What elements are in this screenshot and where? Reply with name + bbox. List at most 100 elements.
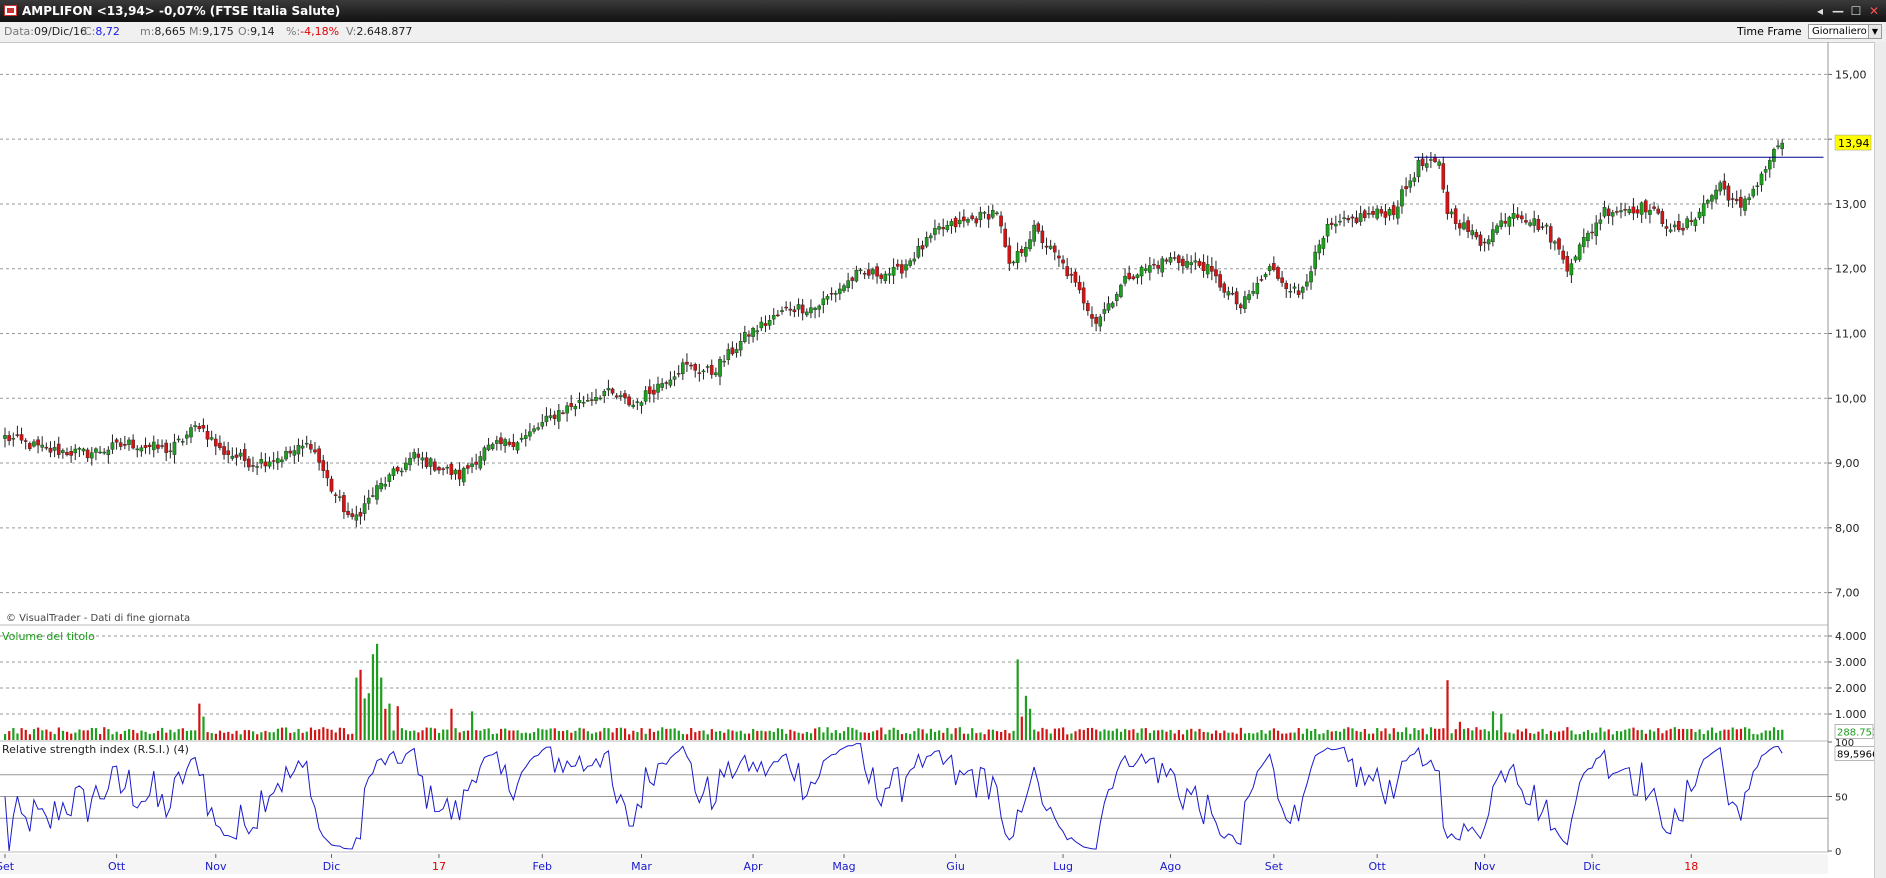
candle-body [437, 467, 441, 471]
volume-bar [334, 732, 337, 740]
volume-bar [880, 727, 883, 740]
candle-body [238, 452, 243, 457]
volume-bar [301, 732, 304, 740]
candle-body [528, 431, 532, 437]
candle-body [300, 445, 305, 449]
candle-body [391, 468, 396, 476]
candle-body [1288, 290, 1293, 293]
volume-bar [1715, 732, 1718, 740]
pin-window-icon[interactable]: ◂ [1812, 0, 1828, 22]
volume-bar [90, 727, 93, 740]
minimize-window-icon[interactable]: — [1830, 0, 1846, 22]
volume-bar [1615, 731, 1619, 740]
volume-bar [351, 733, 354, 740]
volume-bar [1000, 731, 1003, 740]
candle-body [1718, 182, 1722, 192]
candle-body [379, 483, 383, 490]
candle-body [949, 221, 954, 226]
candle-body [780, 310, 784, 312]
candle-body [1705, 199, 1710, 204]
candle-body [197, 426, 202, 429]
candle-body [98, 451, 102, 454]
volume-bar [1347, 727, 1350, 740]
volume-bar [735, 731, 738, 740]
volume-bar [181, 728, 184, 740]
volume-bar [797, 732, 800, 740]
candle-body [821, 298, 826, 306]
candle-body [346, 510, 350, 515]
min-label: m: [140, 25, 155, 38]
chart-canvas[interactable]: 7,008,009,0010,0011,0012,0013,0014,0015,… [0, 42, 1874, 878]
vertical-scrollbar[interactable] [1874, 42, 1886, 878]
candle-body [36, 439, 40, 446]
candle-body [1329, 222, 1334, 226]
volume-bar [82, 730, 85, 740]
candle-body [1491, 229, 1495, 242]
volume-bar [1591, 733, 1594, 740]
candle-body [759, 321, 764, 329]
volume-bar [1657, 728, 1660, 740]
candle-body [284, 450, 288, 460]
volume-bar [359, 669, 362, 740]
volume-bar [1632, 727, 1635, 740]
info-min: m:8,665 [140, 22, 186, 42]
candle-body [1631, 206, 1636, 214]
volume-bar [1739, 728, 1743, 740]
candle-body [788, 308, 793, 311]
volume-bar [632, 730, 635, 740]
candle-body [974, 218, 979, 224]
volume-bar [260, 732, 263, 740]
volume-bar [1673, 727, 1676, 740]
volume-bar [615, 727, 618, 740]
candle-body [102, 451, 106, 454]
volume-bar [152, 733, 155, 740]
candle-body [1185, 261, 1189, 268]
candle-body [598, 397, 602, 400]
candle-body [1057, 255, 1061, 259]
x-axis-label: 17 [432, 860, 446, 873]
candle-body [1127, 272, 1131, 280]
volume-bar [847, 727, 850, 740]
volume-bar [1074, 731, 1077, 740]
volume-bar [1177, 730, 1180, 740]
volume-bar [789, 729, 792, 740]
volume-bar [867, 732, 870, 740]
candle-body [1255, 283, 1260, 295]
candle-body [734, 349, 739, 354]
volume-bar [1603, 731, 1606, 740]
volume-bar [1454, 729, 1457, 740]
maximize-window-icon[interactable]: ☐ [1848, 0, 1864, 22]
candle-body [532, 428, 536, 432]
volume-bar [640, 728, 643, 740]
candle-body [738, 340, 743, 351]
rsi-line [4, 743, 1783, 852]
candle-body [1052, 245, 1057, 253]
chevron-down-icon[interactable]: ▼ [1868, 25, 1881, 38]
candle-body [1280, 277, 1284, 283]
candle-body [1387, 209, 1392, 216]
volume-bar [925, 733, 928, 740]
candle-body [15, 434, 20, 436]
volume-value: 2.648.877 [356, 25, 413, 38]
candle-body [639, 402, 644, 406]
candle-body [1259, 279, 1264, 281]
candle-body [329, 478, 334, 492]
volume-bar [1343, 728, 1346, 740]
candle-body [1077, 282, 1082, 291]
candle-body [763, 323, 768, 326]
timeframe-select[interactable]: Giornaliero ▼ [1808, 24, 1882, 39]
candle-body [222, 446, 226, 455]
candle-body [999, 215, 1003, 227]
candle-body [32, 441, 36, 447]
candle-body [1210, 266, 1214, 272]
volume-bar [1611, 734, 1614, 740]
candle-body [1759, 173, 1764, 186]
volume-bar [665, 728, 668, 740]
volume-bar [504, 728, 507, 740]
volume-bar [285, 727, 288, 740]
volume-bar [1095, 729, 1098, 740]
volume-bar [429, 727, 432, 740]
close-window-icon[interactable]: ✕ [1866, 0, 1882, 22]
volume-bar [785, 733, 788, 740]
volume-bar [966, 733, 970, 740]
